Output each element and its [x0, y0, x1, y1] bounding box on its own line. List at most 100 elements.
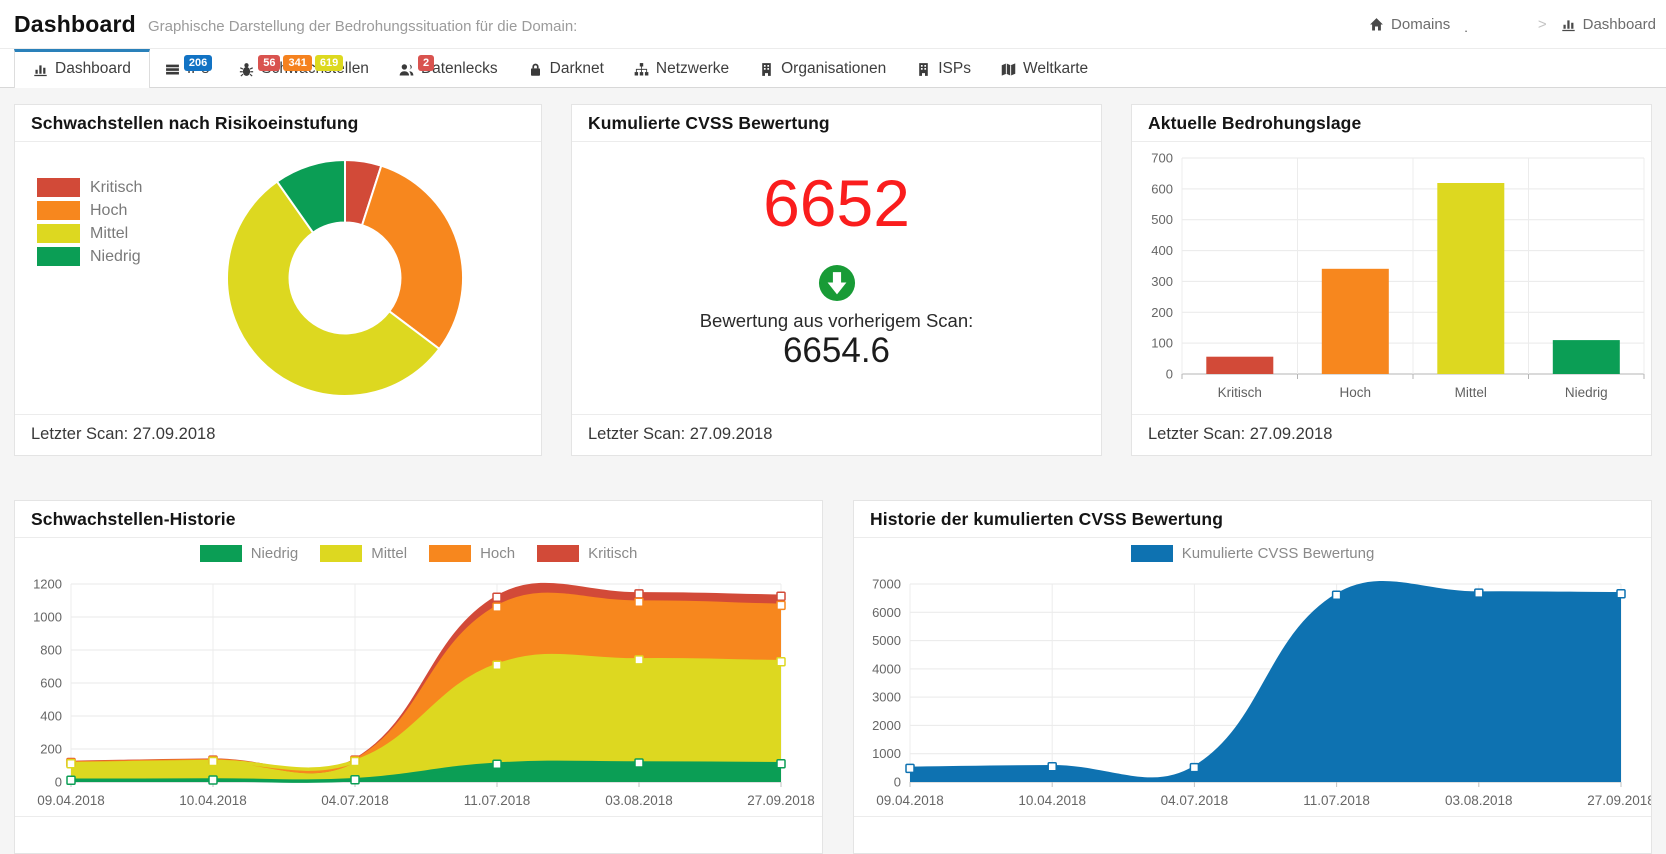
dashboard-content: Schwachstellen nach Risikoeinstufung Kri…: [0, 88, 1666, 854]
tab-isps[interactable]: ISPs: [901, 49, 986, 87]
data-point[interactable]: [634, 655, 644, 665]
data-point[interactable]: [634, 589, 644, 599]
legend-item-kumulierte-cvss-bewertung[interactable]: Kumulierte CVSS Bewertung: [1130, 544, 1374, 562]
x-tick-label: 04.07.2018: [1161, 793, 1229, 808]
y-tick-label: 600: [1151, 181, 1173, 196]
bar-niedrig[interactable]: [1552, 340, 1620, 374]
data-point[interactable]: [1616, 589, 1626, 599]
legend-label: Kritisch: [90, 178, 143, 196]
legend-item-niedrig[interactable]: Niedrig: [37, 247, 142, 266]
y-tick-label: 200: [40, 742, 62, 757]
y-tick-label: 400: [1151, 243, 1173, 258]
legend-swatch: [1130, 544, 1173, 562]
x-tick-label: 10.04.2018: [179, 793, 247, 808]
y-tick-label: 0: [55, 775, 62, 790]
tab-label: Netzwerke: [655, 60, 730, 77]
data-point[interactable]: [634, 758, 644, 768]
tab-schwachstellen[interactable]: 56341619Schwachstellen: [224, 49, 384, 87]
data-point[interactable]: [776, 600, 786, 611]
cvss-previous-label: Bewertung aus vorherigem Scan:: [699, 310, 974, 331]
tab-darknet[interactable]: Darknet: [513, 49, 619, 87]
breadcrumb-separator: >: [1537, 15, 1547, 33]
breadcrumb-current[interactable]: Dashboard: [1561, 16, 1656, 33]
legend-item-kritisch[interactable]: Kritisch: [37, 178, 142, 197]
legend-item-mittel[interactable]: Mittel: [320, 544, 407, 562]
data-point[interactable]: [1331, 590, 1342, 601]
cvss-history-chart[interactable]: 0 1000 2000 3000 4000 5000 6000 7000 09.04.2018 1…: [854, 566, 1652, 816]
data-point[interactable]: [492, 660, 502, 670]
card-footer: [15, 816, 822, 853]
bar-hoch[interactable]: [1321, 268, 1389, 374]
y-tick-label: 1000: [33, 610, 62, 625]
breadcrumb-domains[interactable]: Domains: [1369, 16, 1450, 33]
y-tick-label: 100: [1151, 336, 1173, 351]
data-point[interactable]: [1047, 761, 1057, 772]
x-tick-label: 09.04.2018: [37, 793, 105, 808]
x-tick-label: 27.09.2018: [1587, 793, 1652, 808]
y-tick-label: 600: [40, 676, 62, 691]
vuln-history-chart[interactable]: 0 200 400 600 800 1000 1200 09.04.2018 10.04.201…: [15, 566, 822, 816]
last-scan-label: Letzter Scan: 27.09.2018: [572, 414, 1101, 454]
tab-bar: Dashboard206IPs56341619Schwachstellen2Da…: [0, 48, 1666, 88]
legend-item-kritisch[interactable]: Kritisch: [537, 544, 637, 562]
data-point[interactable]: [634, 597, 644, 607]
card-title: Historie der kumulierten CVSS Bewertung: [854, 501, 1651, 538]
tab-netzwerke[interactable]: Netzwerke: [619, 49, 744, 87]
tab-label: ISPs: [938, 60, 971, 77]
threat-bar-chart[interactable]: 0 100 200 300 400 500 600 700 Kritisch Hoch Mittel…: [1132, 142, 1652, 414]
top-card-row: Schwachstellen nach Risikoeinstufung Kri…: [14, 104, 1652, 456]
tab-label: Organisationen: [781, 60, 887, 77]
legend-item-hoch[interactable]: Hoch: [37, 201, 142, 220]
tab-ips[interactable]: 206IPs: [150, 49, 224, 87]
y-tick-label: 5000: [872, 633, 901, 648]
list-icon: [165, 62, 180, 78]
legend-item-niedrig[interactable]: Niedrig: [199, 544, 299, 562]
data-point[interactable]: [776, 591, 786, 601]
bar-kritisch[interactable]: [1206, 356, 1274, 374]
data-point[interactable]: [208, 775, 218, 785]
legend-item-hoch[interactable]: Hoch: [429, 544, 515, 562]
donut-chart-area: Kritisch Hoch Mittel Niedrig: [15, 142, 541, 414]
breadcrumb-current-label: Dashboard: [1582, 15, 1656, 33]
y-tick-label: 2000: [872, 718, 901, 733]
data-point[interactable]: [350, 774, 360, 785]
data-point[interactable]: [776, 759, 786, 769]
data-point[interactable]: [492, 602, 502, 612]
data-point[interactable]: [66, 759, 76, 769]
bar-mittel[interactable]: [1437, 183, 1505, 374]
donut-slice-hoch[interactable]: [360, 164, 464, 351]
data-point[interactable]: [208, 756, 218, 767]
tab-badge-group: 206: [183, 55, 213, 71]
tab-weltkarte[interactable]: Weltkarte: [986, 49, 1103, 87]
legend-label: Niedrig: [250, 544, 299, 562]
card-title: Schwachstellen nach Risikoeinstufung: [15, 105, 541, 142]
card-risk-donut: Schwachstellen nach Risikoeinstufung Kri…: [14, 104, 542, 456]
tab-count-badge: 341: [283, 55, 312, 71]
cvss-previous-score: 6654.6: [782, 331, 891, 370]
tab-count-badge: 619: [314, 55, 344, 71]
tab-badge-group: 56 341 619: [258, 55, 344, 71]
data-point[interactable]: [492, 592, 502, 602]
y-tick-label: 800: [40, 643, 62, 658]
data-point[interactable]: [776, 656, 786, 667]
legend-item-mittel[interactable]: Mittel: [37, 224, 142, 243]
data-point[interactable]: [1189, 762, 1200, 773]
tab-count-badge: 2: [417, 55, 435, 71]
data-point[interactable]: [350, 756, 360, 767]
legend-swatch: [537, 544, 580, 562]
tab-label: Dashboard: [55, 60, 131, 77]
data-point[interactable]: [1474, 588, 1484, 598]
lock-icon: [528, 62, 543, 78]
last-scan-label: Letzter Scan: 27.09.2018: [1132, 414, 1651, 454]
cvss-history-legend: Kumulierte CVSS Bewertung: [854, 540, 1651, 566]
data-point[interactable]: [66, 775, 76, 786]
tab-organisationen[interactable]: Organisationen: [744, 49, 901, 87]
x-category-label: Hoch: [1340, 385, 1372, 400]
tab-dashboard[interactable]: Dashboard: [14, 49, 150, 88]
x-category-label: Kritisch: [1218, 385, 1262, 400]
data-point[interactable]: [492, 759, 502, 769]
arrow-down-circle-icon: [818, 264, 856, 302]
x-tick-label: 04.07.2018: [321, 793, 389, 808]
data-point[interactable]: [905, 763, 915, 774]
tab-datenlecks[interactable]: 2 Datenlecks: [384, 49, 513, 87]
